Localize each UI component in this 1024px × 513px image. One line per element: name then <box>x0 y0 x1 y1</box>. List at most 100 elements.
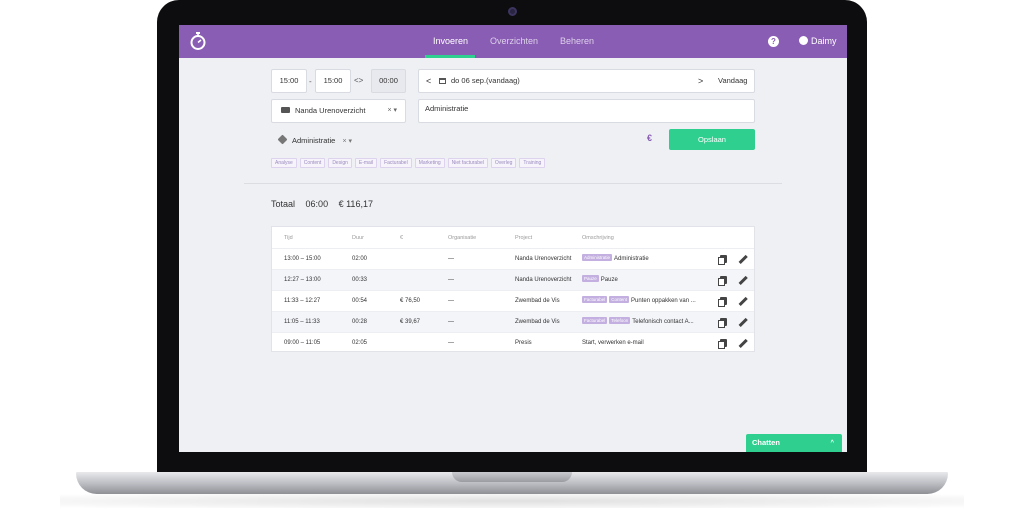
tag-select[interactable]: Administratie × ▾ <box>277 134 352 145</box>
row-description: Facturabel Telefoon Telefonisch contact A.… <box>582 312 694 332</box>
date-selector[interactable]: < do 06 sep.(vandaag) > Vandaag <box>418 69 755 93</box>
row-tag-badge: Content <box>609 296 630 303</box>
tag-chip[interactable]: Niet facturabel <box>447 158 488 168</box>
user-menu[interactable]: Daimy <box>799 25 837 58</box>
edit-pencil-icon[interactable] <box>738 338 748 348</box>
row-amount: € 76,50 <box>400 298 421 304</box>
tag-chip-list: Analyse Content Design E-mail Facturabel… <box>271 158 546 168</box>
row-project: Zwembad de Vis <box>515 298 560 304</box>
row-duration: 00:33 <box>352 277 368 283</box>
user-avatar-icon <box>799 36 808 45</box>
edit-pencil-icon[interactable] <box>738 275 748 285</box>
col-header-time: Tijd <box>284 235 293 241</box>
row-description: Pauze Pauze <box>582 270 618 290</box>
tag-icon <box>277 134 288 145</box>
row-tag-badge: Pauze <box>582 275 599 282</box>
row-project: Nanda Urenoverzicht <box>515 256 572 262</box>
copy-icon[interactable] <box>718 276 727 286</box>
folder-icon <box>281 107 290 113</box>
tag-chip[interactable]: Marketing <box>414 158 445 168</box>
row-tag-badge: Administratie <box>582 254 613 261</box>
col-header-amount: € <box>400 235 404 241</box>
row-time: 09:00 – 11:05 <box>284 340 321 346</box>
row-duration: 02:00 <box>352 256 368 262</box>
total-amount: € 116,17 <box>338 199 373 209</box>
tag-chip[interactable]: Training <box>519 158 546 168</box>
description-input[interactable]: Administratie <box>418 99 755 123</box>
nav-overzichten[interactable]: Overzichten <box>490 25 538 58</box>
section-divider <box>244 183 782 184</box>
tag-clear-button[interactable]: × ▾ <box>342 138 352 145</box>
edit-pencil-icon[interactable] <box>738 254 748 264</box>
row-duration: 00:54 <box>352 298 368 304</box>
tag-chip[interactable]: E-mail <box>354 158 378 168</box>
row-tag-badge: Telefoon <box>609 317 631 324</box>
col-header-project: Project <box>515 235 533 241</box>
time-entries-table: Tijd Duur € Organisatie Project Omschrij… <box>271 226 755 352</box>
col-header-duration: Duur <box>352 235 364 241</box>
nav-invoeren[interactable]: Invoeren <box>433 25 468 58</box>
billable-euro-toggle[interactable]: € <box>647 133 652 143</box>
nav-beheren[interactable]: Beheren <box>560 25 594 58</box>
tag-chip[interactable]: Analyse <box>271 158 297 168</box>
end-time-input[interactable]: 15:00 <box>315 69 351 93</box>
total-label: Totaal <box>271 199 296 209</box>
tag-chip[interactable]: Design <box>328 158 352 168</box>
table-row[interactable]: 09:00 – 11:05 02:05 — Presis Start, verw… <box>272 332 754 353</box>
copy-icon[interactable] <box>718 318 727 328</box>
time-dash: - <box>309 77 312 86</box>
duration-input[interactable]: 00:00 <box>371 69 406 93</box>
row-description-text: Punten oppakken van ... <box>631 298 696 304</box>
row-organisation: — <box>448 319 454 325</box>
row-duration: 00:28 <box>352 319 368 325</box>
date-prev-button[interactable]: < <box>426 70 431 92</box>
table-row[interactable]: 13:00 – 15:00 02:00 — Nanda Urenoverzich… <box>272 248 754 269</box>
row-description-text: Pauze <box>600 277 618 283</box>
chevron-up-icon: ^ <box>830 440 834 446</box>
row-organisation: — <box>448 277 454 283</box>
save-button[interactable]: Opslaan <box>669 129 755 150</box>
table-row[interactable]: 11:05 – 11:33 00:28 € 39,67 — Zwembad de… <box>272 311 754 332</box>
col-header-description: Omschrijving <box>582 235 614 241</box>
copy-icon[interactable] <box>718 339 727 349</box>
row-description: Administratie Administratie <box>582 249 649 269</box>
row-project: Presis <box>515 340 532 346</box>
user-name: Daimy <box>811 36 837 46</box>
edit-pencil-icon[interactable] <box>738 296 748 306</box>
today-button[interactable]: Vandaag <box>718 70 747 92</box>
row-organisation: — <box>448 256 454 262</box>
tag-chip[interactable]: Facturabel <box>380 158 412 168</box>
row-description: Facturabel Content Punten oppakken van ... <box>582 291 696 311</box>
copy-icon[interactable] <box>718 255 727 265</box>
table-row[interactable]: 12:27 – 13:00 00:33 — Nanda Urenoverzich… <box>272 269 754 290</box>
top-navbar: Invoeren Overzichten Beheren ? Daimy <box>179 25 847 58</box>
row-organisation: — <box>448 298 454 304</box>
app-screen: Invoeren Overzichten Beheren ? Daimy 15:… <box>179 25 847 452</box>
chat-widget-button[interactable]: Chatten ^ <box>746 434 842 452</box>
stopwatch-logo-icon[interactable] <box>189 31 207 51</box>
swap-time-button[interactable]: <> <box>354 76 363 85</box>
tag-select-value: Administratie <box>292 136 336 145</box>
col-header-organisation: Organisatie <box>448 235 477 241</box>
help-icon[interactable]: ? <box>768 36 779 47</box>
chat-label: Chatten <box>752 438 780 447</box>
calendar-icon <box>439 78 446 84</box>
project-clear-button[interactable]: × ▾ <box>387 100 397 122</box>
tag-chip[interactable]: Overleg <box>490 158 517 168</box>
table-row[interactable]: 11:33 – 12:27 00:54 € 76,50 — Zwembad de… <box>272 290 754 311</box>
project-select[interactable]: Nanda Urenoverzicht × ▾ <box>271 99 406 123</box>
camera-icon <box>508 7 517 16</box>
row-description: Start, verwerken e-mail <box>582 340 644 346</box>
date-label: do 06 sep.(vandaag) <box>451 76 520 85</box>
row-project: Zwembad de Vis <box>515 319 560 325</box>
edit-pencil-icon[interactable] <box>738 317 748 327</box>
row-time: 12:27 – 13:00 <box>284 277 321 283</box>
start-time-input[interactable]: 15:00 <box>271 69 307 93</box>
laptop-notch <box>452 472 572 482</box>
row-description-text: Administratie <box>614 256 649 262</box>
row-duration: 02:05 <box>352 340 368 346</box>
copy-icon[interactable] <box>718 297 727 307</box>
date-next-button[interactable]: > <box>698 70 703 92</box>
project-select-value: Nanda Urenoverzicht <box>295 106 366 115</box>
tag-chip[interactable]: Content <box>299 158 326 168</box>
